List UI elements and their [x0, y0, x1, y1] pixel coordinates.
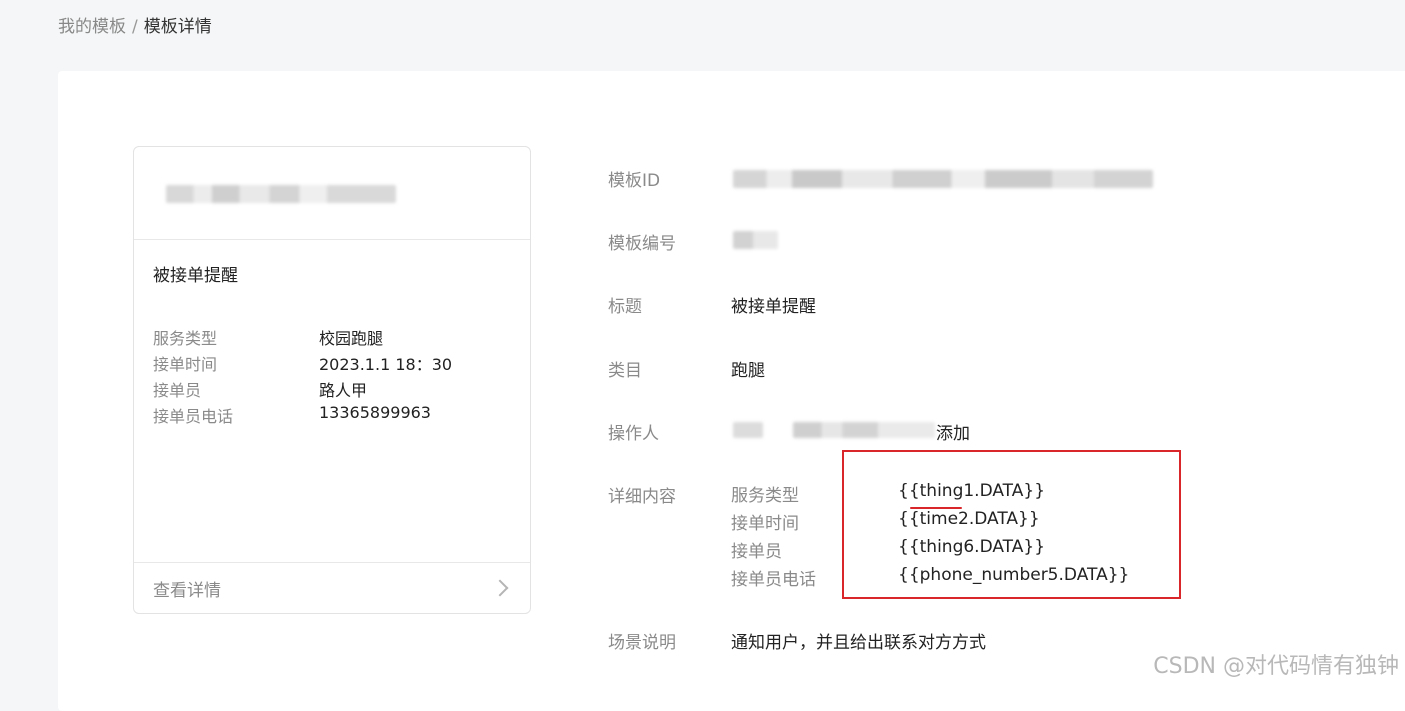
breadcrumb-current: 模板详情 — [143, 17, 212, 37]
card-row: 接单员 路人甲 — [153, 377, 513, 403]
breadcrumb: 我的模板 / 模板详情 — [58, 16, 212, 38]
card-row: 服务类型 校园跑腿 — [153, 325, 513, 351]
annotation-highlight-box — [842, 450, 1181, 599]
card-title: 被接单提醒 — [153, 266, 238, 286]
content-label: 详细内容 — [608, 487, 676, 507]
template-number-redacted — [733, 231, 778, 249]
redacted-block — [166, 185, 396, 203]
view-details-link[interactable]: 查看详情 — [134, 562, 530, 613]
scene-value: 通知用户，并且给出联系对方方式 — [731, 633, 986, 653]
card-row-value: 校园跑腿 — [319, 329, 384, 348]
operator-suffix: 添加 — [936, 424, 970, 444]
title-label: 标题 — [608, 297, 642, 317]
category-label: 类目 — [608, 361, 642, 381]
chevron-right-icon — [491, 579, 509, 597]
card-row-value: 路人甲 — [319, 381, 368, 400]
operator-redacted — [793, 422, 935, 438]
annotation-underline — [910, 507, 962, 509]
template-preview-card: 被接单提醒 服务类型 校园跑腿 接单时间 2023.1.1 18：30 接单员 路人甲… — [133, 146, 531, 614]
view-details-label: 查看详情 — [153, 581, 221, 601]
template-id-redacted — [733, 170, 1153, 188]
card-field-list: 服务类型 校园跑腿 接单时间 2023.1.1 18：30 接单员 路人甲 接单员电话… — [153, 325, 513, 429]
template-id-label: 模板ID — [608, 171, 661, 191]
breadcrumb-separator: / — [132, 17, 138, 37]
card-row: 接单员电话 13365899963 — [153, 403, 513, 429]
card-row-label: 接单员 — [153, 381, 202, 400]
card-row-value: 13365899963 — [319, 403, 431, 422]
card-row-label: 服务类型 — [153, 329, 218, 348]
category-value: 跑腿 — [731, 361, 765, 381]
title-value: 被接单提醒 — [731, 297, 816, 317]
card-row: 接单时间 2023.1.1 18：30 — [153, 351, 513, 377]
card-row-label: 接单员电话 — [153, 407, 234, 426]
card-header-blurred — [134, 147, 530, 240]
breadcrumb-link-my-templates[interactable]: 我的模板 — [58, 17, 126, 37]
card-row-value: 2023.1.1 18：30 — [319, 355, 453, 374]
watermark: CSDN @对代码情有独钟 — [1153, 654, 1399, 679]
template-number-label: 模板编号 — [608, 234, 676, 254]
operator-redacted — [733, 422, 763, 438]
scene-label: 场景说明 — [608, 633, 676, 653]
operator-label: 操作人 — [608, 424, 659, 444]
card-row-label: 接单时间 — [153, 355, 218, 374]
